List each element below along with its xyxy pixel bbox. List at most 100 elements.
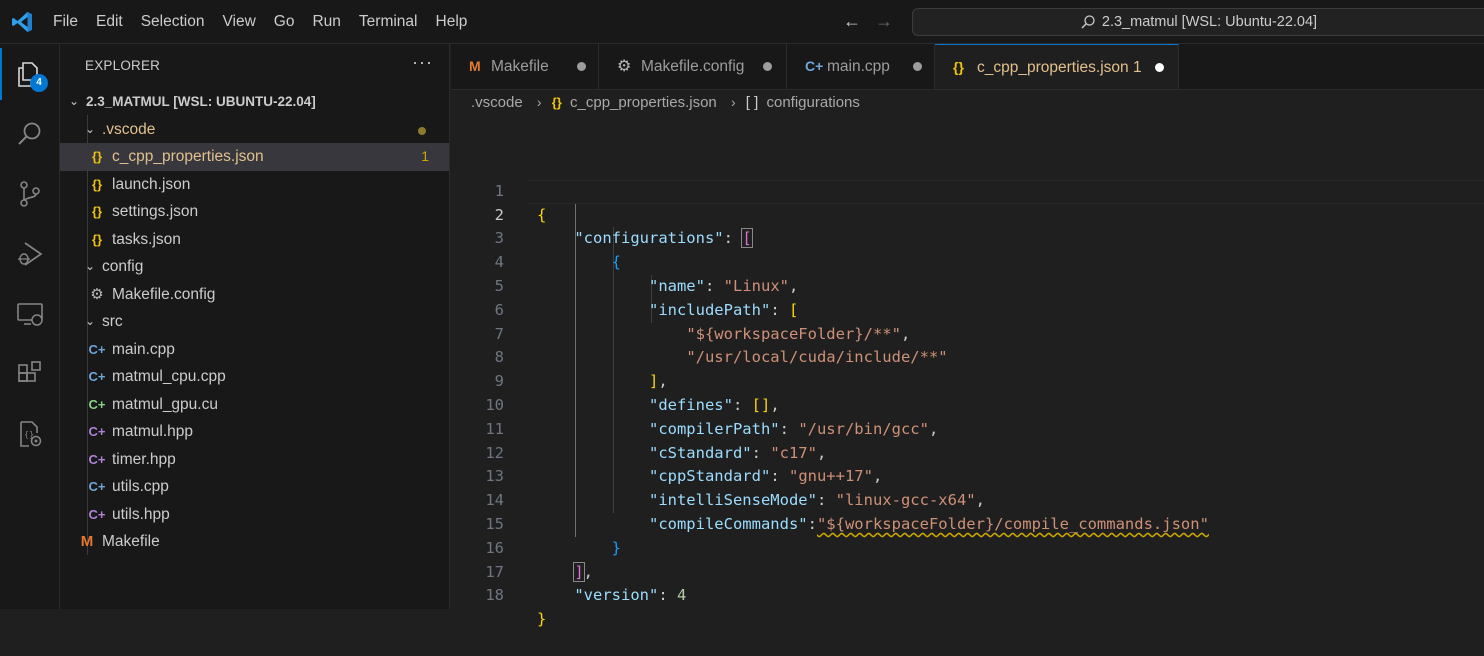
tree-item-src-folder[interactable]: ⌄ src — [60, 308, 449, 336]
brace: } — [537, 610, 546, 628]
tree-item-utils-cpp[interactable]: C+ utils.cpp — [60, 473, 449, 501]
tab-label: Makefile.config — [641, 44, 744, 89]
code-lines: 1 { 2 "configurations": [ 3 { 4 "name": … — [451, 156, 1484, 584]
menu-file[interactable]: File — [44, 0, 87, 44]
tab-label: main.cpp — [827, 44, 890, 89]
code-line-18: 18 } — [451, 561, 1484, 585]
tab-c-cpp-properties[interactable]: {} c_cpp_properties.json 1 — [935, 44, 1179, 89]
code-line-6: 6 "${workspaceFolder}/**", — [451, 275, 1484, 299]
chevron-down-icon: ⌄ — [82, 308, 98, 336]
code-line-17: 17 "version": 4 — [451, 537, 1484, 561]
tree-item-matmul-gpu-cu[interactable]: C+ matmul_gpu.cu — [60, 391, 449, 419]
tree-item-makefile[interactable]: M Makefile — [60, 528, 449, 556]
breadcrumb-file[interactable]: c_cpp_properties.json — [570, 94, 717, 111]
hpp-file-icon: C+ — [88, 501, 106, 529]
unsaved-dot-icon[interactable] — [1155, 63, 1164, 72]
more-actions-icon[interactable]: ··· — [412, 52, 433, 73]
tree-item-matmul-hpp[interactable]: C+ matmul.hpp — [60, 418, 449, 446]
cpp-file-icon: C+ — [805, 44, 823, 89]
tree-item-settings-json[interactable]: {} settings.json — [60, 198, 449, 226]
activity-explorer[interactable]: 4 — [0, 44, 60, 104]
activity-extensions[interactable] — [0, 344, 60, 404]
activity-search[interactable] — [0, 104, 60, 164]
title-bar: File Edit Selection View Go Run Terminal… — [0, 0, 1484, 44]
breadcrumb-folder[interactable]: .vscode — [471, 94, 523, 111]
activity-cmake[interactable]: {} — [0, 404, 60, 464]
gear-icon: ⚙ — [88, 281, 106, 309]
explorer-header: EXPLORER — [85, 58, 160, 73]
chevron-down-icon: ⌄ — [82, 253, 98, 281]
remote-explorer-icon — [15, 299, 45, 329]
code-line-7: 7 "/usr/local/cuda/include/**" — [451, 299, 1484, 323]
unsaved-dot-icon[interactable] — [913, 62, 922, 71]
makefile-icon: M — [469, 44, 481, 89]
tree-root-folder[interactable]: ⌄ 2.3_MATMUL [WSL: UBUNTU-22.04] — [60, 88, 449, 116]
code-line-8: 8 ], — [451, 323, 1484, 347]
makefile-icon: M — [78, 528, 96, 556]
tree-item-label: settings.json — [112, 198, 198, 226]
search-icon — [15, 119, 45, 149]
cpp-file-icon: C+ — [88, 363, 106, 391]
menu-bar: File Edit Selection View Go Run Terminal… — [44, 0, 476, 44]
tree-item-launch-json[interactable]: {} launch.json — [60, 171, 449, 199]
code-line-15: 15 } — [451, 489, 1484, 513]
menu-go[interactable]: Go — [265, 0, 304, 44]
activity-remote-explorer[interactable] — [0, 284, 60, 344]
back-arrow-icon[interactable]: ← — [843, 11, 861, 32]
json-number: 4 — [677, 586, 686, 604]
code-line-2: 2 "configurations": [ — [451, 180, 1484, 204]
tree-item-label: timer.hpp — [112, 446, 176, 474]
tree-item-config-folder[interactable]: ⌄ config — [60, 253, 449, 281]
explorer-sidebar: EXPLORER ··· ⌄ 2.3_MATMUL [WSL: UBUNTU-2… — [60, 44, 450, 609]
code-line-14: 14 "compileCommands":"${workspaceFolder}… — [451, 465, 1484, 489]
tree-item-utils-hpp[interactable]: C+ utils.hpp — [60, 501, 449, 529]
vscode-logo-icon[interactable] — [10, 10, 34, 34]
problem-count: 1 — [421, 143, 429, 171]
search-icon — [1080, 14, 1096, 30]
breadcrumb-symbol[interactable]: configurations — [766, 94, 859, 111]
extensions-icon — [15, 359, 45, 389]
tree-item-matmul-cpu-cpp[interactable]: C+ matmul_cpu.cpp — [60, 363, 449, 391]
unsaved-dot-icon[interactable] — [577, 62, 586, 71]
chevron-right-icon: › — [731, 94, 736, 110]
code-line-13: 13 "intelliSenseMode": "linux-gcc-x64", — [451, 442, 1484, 466]
activity-source-control[interactable] — [0, 164, 60, 224]
tree-item-vscode-folder[interactable]: ⌄ .vscode — [60, 116, 449, 144]
code-editor[interactable]: 1 { 2 "configurations": [ 3 { 4 "name": … — [451, 114, 1484, 609]
command-center-search[interactable]: 2.3_matmul [WSL: Ubuntu-22.04] — [912, 8, 1484, 36]
tree-item-makefile-config[interactable]: ⚙ Makefile.config — [60, 281, 449, 309]
chevron-down-icon: ⌄ — [82, 116, 98, 144]
forward-arrow-icon[interactable]: → — [875, 11, 893, 32]
tab-makefile[interactable]: M Makefile — [451, 44, 599, 89]
tree-item-label: c_cpp_properties.json — [112, 143, 264, 171]
tree-item-label: config — [102, 253, 143, 281]
menu-terminal[interactable]: Terminal — [350, 0, 427, 44]
tree-item-tasks-json[interactable]: {} tasks.json — [60, 226, 449, 254]
chevron-right-icon: › — [537, 94, 542, 110]
command-center-label: 2.3_matmul [WSL: Ubuntu-22.04] — [1102, 14, 1317, 30]
tab-makefile-config[interactable]: ⚙ Makefile.config — [599, 44, 787, 89]
menu-selection[interactable]: Selection — [132, 0, 214, 44]
run-debug-icon — [15, 239, 45, 269]
menu-view[interactable]: View — [213, 0, 264, 44]
code-line-4: 4 "name": "Linux", — [451, 227, 1484, 251]
tree-item-main-cpp[interactable]: C+ main.cpp — [60, 336, 449, 364]
tree-item-label: tasks.json — [112, 226, 181, 254]
json-file-icon: {} — [88, 198, 106, 226]
gear-icon: ⚙ — [617, 44, 631, 89]
tree-item-c-cpp-properties[interactable]: {} c_cpp_properties.json 1 — [60, 143, 449, 171]
tree-item-label: .vscode — [102, 116, 155, 144]
code-line-12: 12 "cppStandard": "gnu++17", — [451, 418, 1484, 442]
tree-item-label: main.cpp — [112, 336, 175, 364]
activity-run-debug[interactable] — [0, 224, 60, 284]
unsaved-dot-icon[interactable] — [763, 62, 772, 71]
menu-help[interactable]: Help — [427, 0, 477, 44]
json-file-icon: {} — [88, 171, 106, 199]
menu-run[interactable]: Run — [303, 0, 349, 44]
tab-main-cpp[interactable]: C+ main.cpp — [787, 44, 935, 89]
menu-edit[interactable]: Edit — [87, 0, 132, 44]
tree-item-label: utils.cpp — [112, 473, 169, 501]
tree-item-timer-hpp[interactable]: C+ timer.hpp — [60, 446, 449, 474]
code-line-10: 10 "compilerPath": "/usr/bin/gcc", — [451, 370, 1484, 394]
tree-item-label: matmul_cpu.cpp — [112, 363, 226, 391]
